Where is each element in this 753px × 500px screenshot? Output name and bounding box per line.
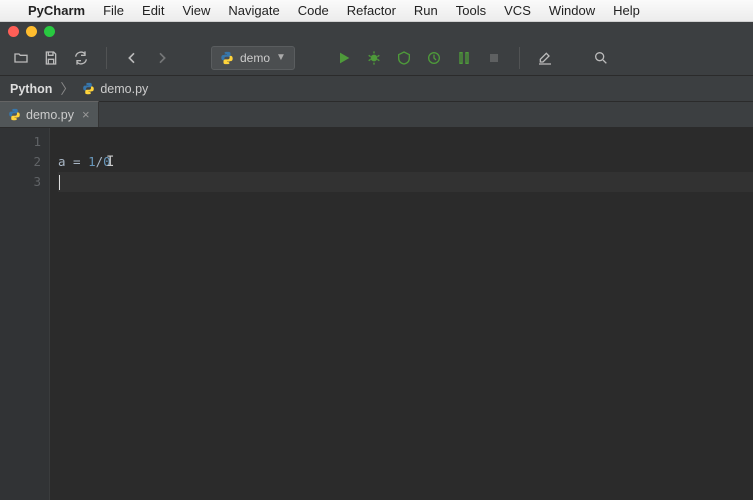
breadcrumb-file[interactable]: demo.py [82, 82, 148, 96]
nav-back-button[interactable] [121, 46, 143, 70]
code-line[interactable] [58, 172, 753, 192]
search-button[interactable] [590, 46, 612, 70]
coverage-button[interactable] [393, 46, 415, 70]
debug-button[interactable] [363, 46, 385, 70]
menu-refactor[interactable]: Refactor [347, 3, 396, 18]
run-config-selector[interactable]: demo ▼ [211, 46, 295, 70]
chevron-right-icon: 〉 [60, 79, 74, 99]
menu-edit[interactable]: Edit [142, 3, 164, 18]
window-minimize-button[interactable] [26, 26, 37, 37]
menu-vcs[interactable]: VCS [504, 3, 531, 18]
window-maximize-button[interactable] [44, 26, 55, 37]
run-config-label: demo [240, 51, 270, 65]
window-close-button[interactable] [8, 26, 19, 37]
line-number: 1 [0, 132, 41, 152]
breadcrumb-root[interactable]: Python [10, 82, 52, 96]
save-button[interactable] [40, 46, 62, 70]
menu-window[interactable]: Window [549, 3, 595, 18]
menu-tools[interactable]: Tools [456, 3, 486, 18]
menu-file[interactable]: File [103, 3, 124, 18]
line-gutter: 1 2 3 [0, 128, 50, 500]
code-area[interactable]: a = 1/0 𝙸 [50, 128, 753, 500]
concurrency-button[interactable] [453, 46, 475, 70]
code-editor[interactable]: 1 2 3 a = 1/0 𝙸 [0, 128, 753, 500]
mac-menubar: PyCharm File Edit View Navigate Code Ref… [0, 0, 753, 22]
ide-window: demo ▼ Python 〉 demo.py demo.py × [0, 22, 753, 500]
line-number: 2 [0, 152, 41, 172]
menu-navigate[interactable]: Navigate [228, 3, 279, 18]
menu-view[interactable]: View [182, 3, 210, 18]
settings-button[interactable] [534, 46, 556, 70]
python-icon [8, 108, 21, 121]
run-button[interactable] [333, 46, 355, 70]
open-button[interactable] [10, 46, 32, 70]
sync-button[interactable] [70, 46, 92, 70]
editor-tabbar: demo.py × [0, 102, 753, 128]
main-toolbar: demo ▼ [0, 40, 753, 76]
breadcrumb: Python 〉 demo.py [0, 76, 753, 102]
menu-code[interactable]: Code [298, 3, 329, 18]
code-line[interactable]: a = 1/0 [58, 152, 753, 172]
stop-button[interactable] [483, 46, 505, 70]
tab-label: demo.py [26, 108, 74, 122]
editor-tab[interactable]: demo.py × [0, 101, 99, 127]
code-line[interactable] [58, 132, 753, 152]
nav-forward-button[interactable] [151, 46, 173, 70]
menu-run[interactable]: Run [414, 3, 438, 18]
text-caret [59, 175, 60, 190]
menubar-appname[interactable]: PyCharm [28, 3, 85, 18]
titlebar [0, 22, 753, 40]
python-icon [220, 51, 234, 65]
profile-button[interactable] [423, 46, 445, 70]
chevron-down-icon: ▼ [276, 52, 286, 63]
menu-help[interactable]: Help [613, 3, 640, 18]
python-icon [82, 82, 95, 95]
close-icon[interactable]: × [79, 107, 90, 122]
line-number: 3 [0, 172, 41, 192]
